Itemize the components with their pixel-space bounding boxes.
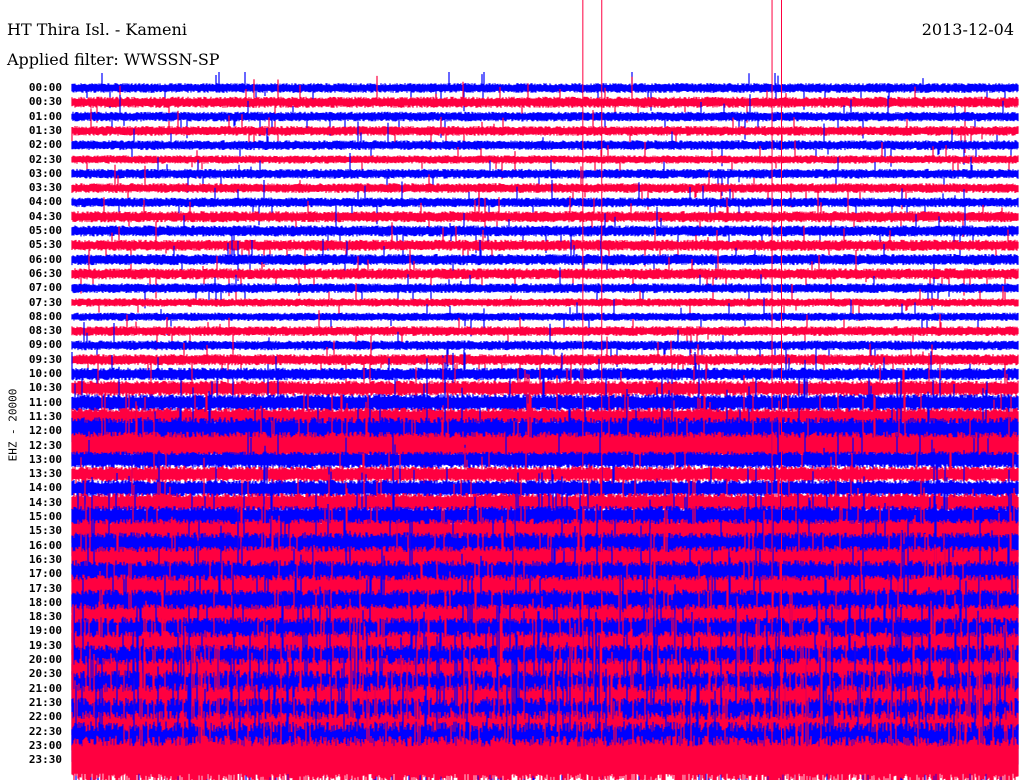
trace-row [71, 358, 1019, 503]
helicorder-plot [71, 0, 1019, 780]
